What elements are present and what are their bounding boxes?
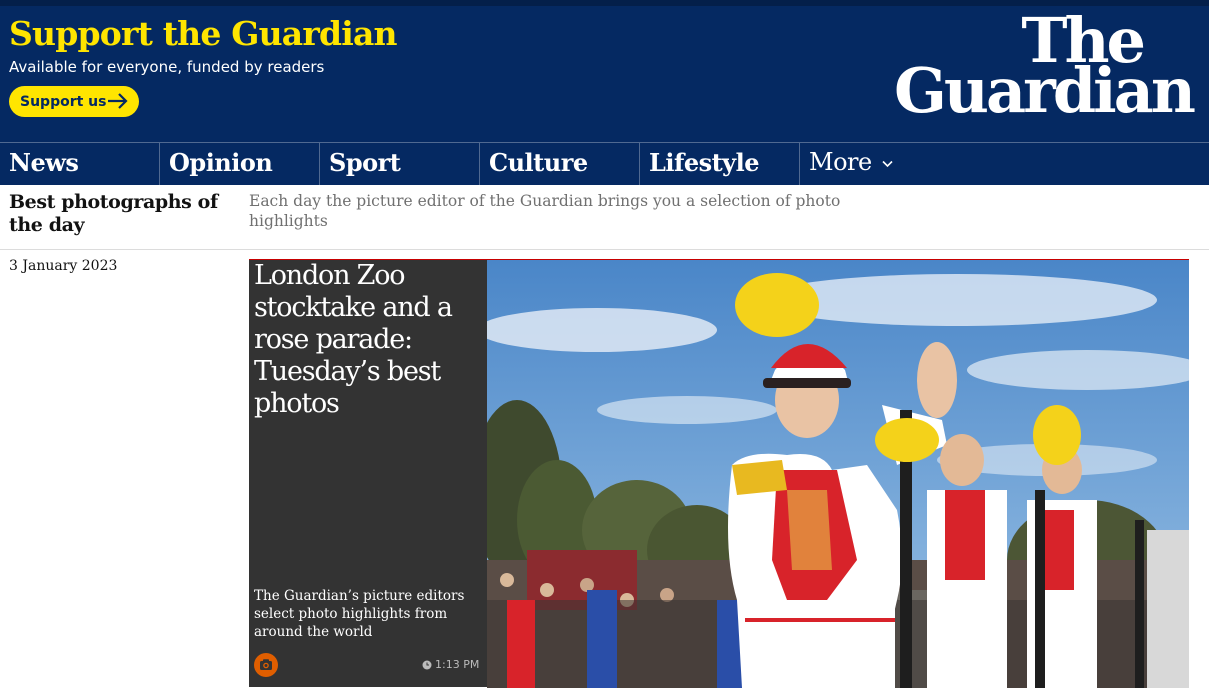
logo-line-2: Guardian (893, 54, 1196, 127)
card-standfirst: The Guardian’s picture editors select ph… (254, 588, 465, 640)
card-headline[interactable]: London Zoo stocktake and a rose parade: … (254, 260, 482, 420)
clock-icon (422, 660, 432, 669)
chevron-down-icon (882, 160, 893, 167)
parade-photo[interactable] (487, 260, 1189, 688)
series-header: Best photographs of the day Each day the… (0, 185, 1209, 250)
guardian-logo[interactable]: The Guardian (893, 10, 1196, 127)
nav-opinion[interactable]: Opinion (159, 143, 319, 185)
nav-more[interactable]: More (799, 143, 959, 185)
timestamp-text: 1:13 PM (435, 658, 480, 671)
main-nav: News Opinion Sport Culture Lifestyle Mor… (0, 142, 1209, 185)
support-title: Support the Guardian (9, 14, 398, 53)
nav-more-label: More (809, 148, 872, 176)
timestamp: 1:13 PM (422, 658, 479, 671)
series-title[interactable]: Best photographs of the day (9, 191, 229, 237)
nav-news[interactable]: News (0, 143, 160, 185)
header: Support the Guardian Available for every… (0, 6, 1209, 142)
support-subtitle: Available for everyone, funded by reader… (9, 58, 325, 76)
support-us-label: Support us (20, 93, 107, 110)
date-heading: 3 January 2023 (9, 258, 118, 274)
series-description: Each day the picture editor of the Guard… (249, 192, 841, 230)
arrow-right-icon (108, 93, 128, 109)
nav-lifestyle[interactable]: Lifestyle (639, 143, 799, 185)
gallery-card[interactable]: London Zoo stocktake and a rose parade: … (249, 259, 1189, 688)
nav-culture[interactable]: Culture (479, 143, 639, 185)
nav-sport[interactable]: Sport (319, 143, 479, 185)
camera-icon (254, 653, 278, 677)
support-us-button[interactable]: Support us (9, 86, 139, 117)
